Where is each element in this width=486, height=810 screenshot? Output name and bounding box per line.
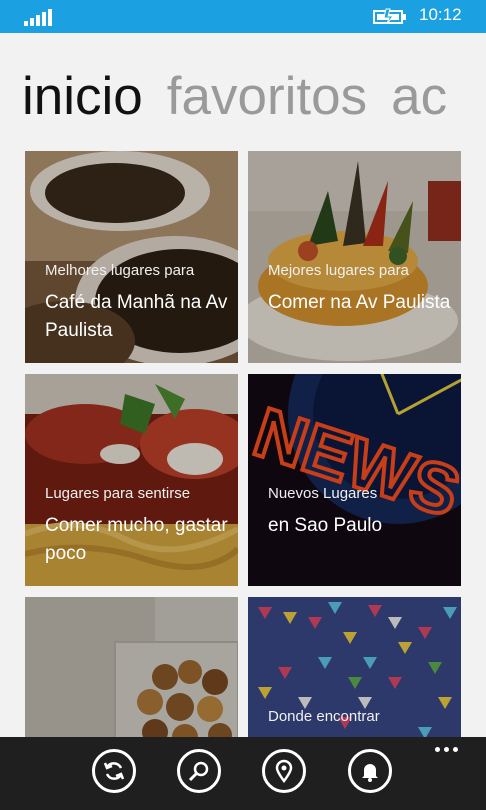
tile-cafe-da-manha[interactable]: Melhores lugares para Café da Manhã na A… — [25, 151, 238, 363]
status-bar: 10:12 — [0, 0, 486, 33]
pivot-header: inicio favoritos ac — [22, 62, 471, 132]
tile-comer-mucho[interactable]: Lugares para sentirse Comer mucho, gasta… — [25, 374, 238, 586]
clock: 10:12 — [419, 5, 462, 24]
tile-subtitle: Mejores lugares para — [268, 262, 409, 279]
tile-title: Comer mucho, gastar poco — [45, 515, 228, 564]
pivot-item-next[interactable]: ac — [391, 67, 447, 126]
pivot-item-favoritos[interactable]: favoritos — [167, 67, 367, 126]
signal-icon — [24, 8, 56, 26]
notification-bell-icon — [362, 764, 378, 782]
refresh-button[interactable] — [92, 749, 136, 793]
location-icon — [275, 759, 293, 783]
search-icon — [188, 761, 209, 782]
tile-title: Comer na Av Paulista — [268, 292, 451, 313]
notifications-button[interactable] — [348, 749, 392, 793]
tile-subtitle: Donde encontrar — [268, 708, 380, 725]
more-options-icon[interactable] — [435, 747, 458, 752]
pivot-item-inicio[interactable]: inicio — [22, 67, 143, 126]
tile-title: en Sao Paulo — [268, 515, 383, 536]
tile-subtitle: Melhores lugares para — [45, 262, 195, 279]
tile-subtitle: Nuevos Lugares — [268, 485, 378, 502]
location-button[interactable] — [262, 749, 306, 793]
tile-nuevos-lugares[interactable]: NEWS Nuevos Lugares en Sao Paulo — [248, 374, 461, 586]
tile-title: Café da Manhã na Av Paulista — [45, 292, 228, 341]
search-button[interactable] — [177, 749, 221, 793]
tile-subtitle: Lugares para sentirse — [45, 485, 191, 502]
app-bar — [0, 737, 486, 810]
battery-charging-icon — [373, 8, 406, 25]
tile-comer-na-av-paulista[interactable]: Mejores lugares para Comer na Av Paulist… — [248, 151, 461, 363]
refresh-icon — [103, 762, 125, 780]
